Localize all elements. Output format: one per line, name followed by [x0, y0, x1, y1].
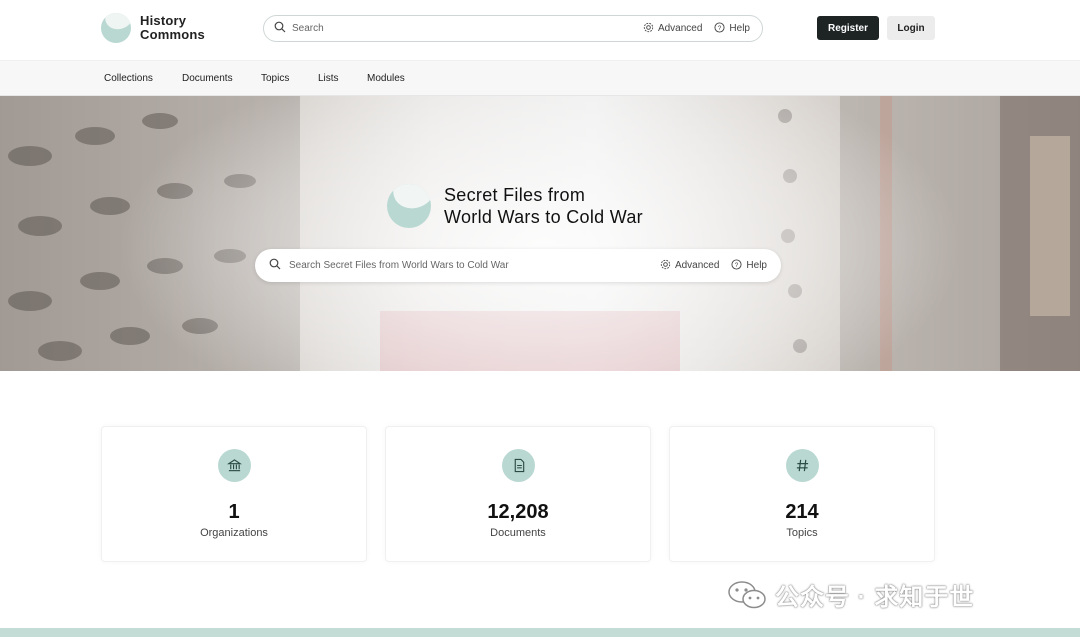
help-icon: ? [731, 258, 742, 273]
header-help-label: Help [729, 23, 750, 34]
nav-item-documents[interactable]: Documents [182, 73, 233, 84]
register-button[interactable]: Register [817, 16, 879, 40]
hero-overlay [0, 96, 1080, 371]
watermark: 公众号 · 求知于世 [727, 577, 974, 612]
help-icon: ? [714, 21, 725, 36]
svg-text:?: ? [735, 261, 739, 268]
header-advanced-label: Advanced [657, 23, 703, 34]
hero-advanced-label: Advanced [674, 260, 720, 271]
nav-item-collections[interactable]: Collections [104, 73, 153, 84]
stat-card-topics[interactable]: 214 Topics [669, 426, 935, 562]
logo-line-1: History [140, 13, 187, 28]
hero-banner: Secret Files from World Wars to Cold War… [0, 96, 1080, 371]
search-icon [269, 257, 281, 275]
hero-help-link[interactable]: ? Help [731, 258, 767, 273]
logo-line-2: Commons [140, 27, 205, 42]
stat-label: Topics [786, 527, 818, 539]
watermark-text: 公众号 · 求知于世 [775, 584, 975, 611]
header-advanced-link[interactable]: Advanced [643, 22, 702, 36]
gear-icon [660, 259, 671, 273]
document-icon [502, 449, 535, 482]
site-header: History Commons Advanced ? Help Register… [0, 0, 1080, 60]
stat-value: 1 [228, 501, 240, 523]
logo-mark-icon [101, 13, 131, 43]
header-search-bar: Advanced ? Help [263, 15, 763, 42]
header-search-input[interactable] [292, 23, 631, 34]
hero-advanced-link[interactable]: Advanced [660, 259, 719, 273]
main-nav: Collections Documents Topics Lists Modul… [0, 60, 1080, 96]
hero-title-line-2: World Wars to Cold War [444, 207, 643, 227]
hero-search-input[interactable] [289, 260, 648, 271]
footer-strip [0, 628, 1080, 637]
header-help-link[interactable]: ? Help [714, 21, 750, 36]
logo-text: History Commons [140, 14, 205, 42]
wechat-icon [727, 580, 767, 610]
nav-item-modules[interactable]: Modules [367, 73, 405, 84]
stat-card-documents[interactable]: 12,208 Documents [385, 426, 651, 562]
hero-title-line-1: Secret Files from [444, 185, 586, 205]
hero-logo-icon [387, 184, 431, 228]
stat-label: Organizations [200, 527, 268, 539]
bank-icon [218, 449, 251, 482]
gear-icon [643, 22, 654, 36]
login-button[interactable]: Login [887, 16, 935, 40]
stat-value: 12,208 [487, 501, 549, 523]
site-logo[interactable]: History Commons [101, 13, 205, 43]
svg-text:?: ? [718, 24, 722, 31]
hero-search-bar: Advanced ? Help [255, 249, 781, 282]
stat-value: 214 [785, 501, 819, 523]
hero-title: Secret Files from World Wars to Cold War [444, 184, 643, 228]
hero-help-label: Help [746, 260, 767, 271]
search-icon [274, 20, 286, 38]
nav-item-topics[interactable]: Topics [261, 73, 289, 84]
stat-card-organizations[interactable]: 1 Organizations [101, 426, 367, 562]
nav-item-lists[interactable]: Lists [318, 73, 339, 84]
stat-label: Documents [490, 527, 546, 539]
stats-section: 1 Organizations 12,208 Documents 214 Top… [101, 426, 935, 562]
hash-icon [786, 449, 819, 482]
